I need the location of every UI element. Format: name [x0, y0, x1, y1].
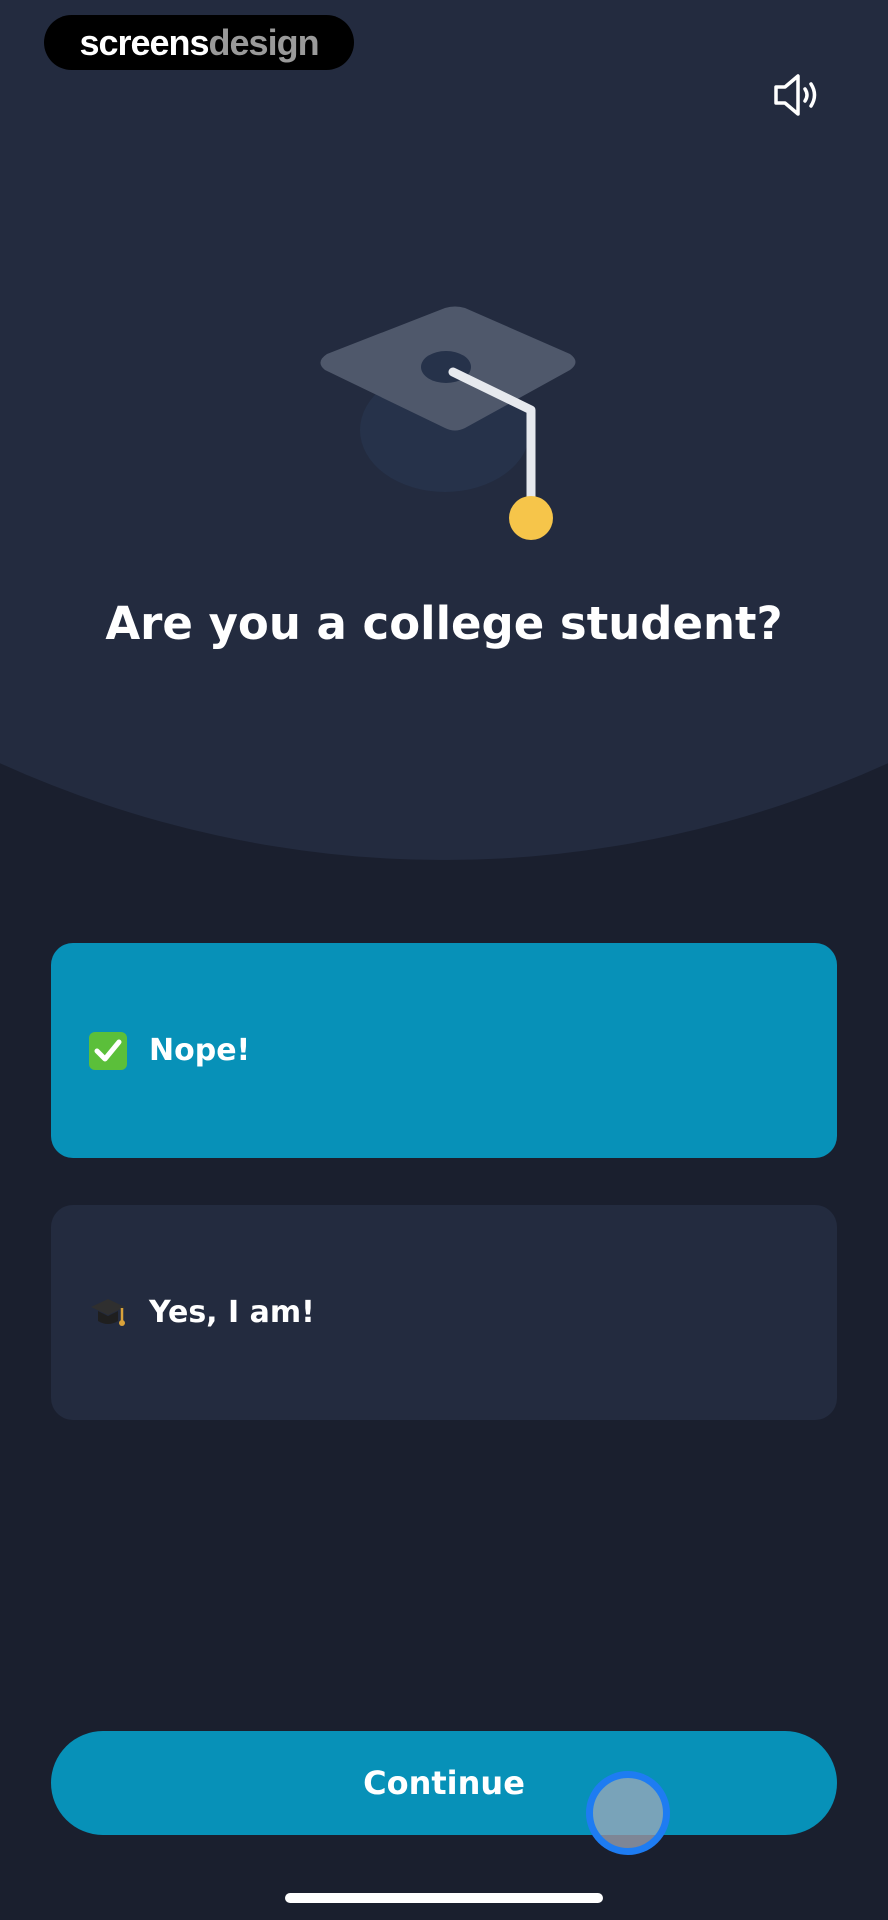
- home-indicator[interactable]: [285, 1893, 603, 1903]
- continue-button[interactable]: Continue: [51, 1731, 837, 1835]
- option-yes[interactable]: Yes, I am!: [51, 1205, 837, 1420]
- screen: screens design Are you a college student?…: [0, 0, 888, 1920]
- question-title: Are you a college student?: [105, 597, 783, 650]
- option-nope[interactable]: Nope!: [51, 943, 837, 1158]
- option-label: Nope!: [149, 1033, 251, 1068]
- graduation-cap-illustration: [305, 300, 585, 550]
- option-label: Yes, I am!: [149, 1295, 315, 1330]
- brand-text-design: design: [208, 21, 320, 63]
- brand-text-screens: screens: [79, 21, 209, 63]
- brand-badge: screens design: [44, 15, 354, 70]
- touch-indicator: [586, 1771, 670, 1855]
- speaker-icon[interactable]: [770, 70, 826, 120]
- check-mark-icon: [87, 1030, 129, 1072]
- graduation-cap-icon: [87, 1292, 129, 1334]
